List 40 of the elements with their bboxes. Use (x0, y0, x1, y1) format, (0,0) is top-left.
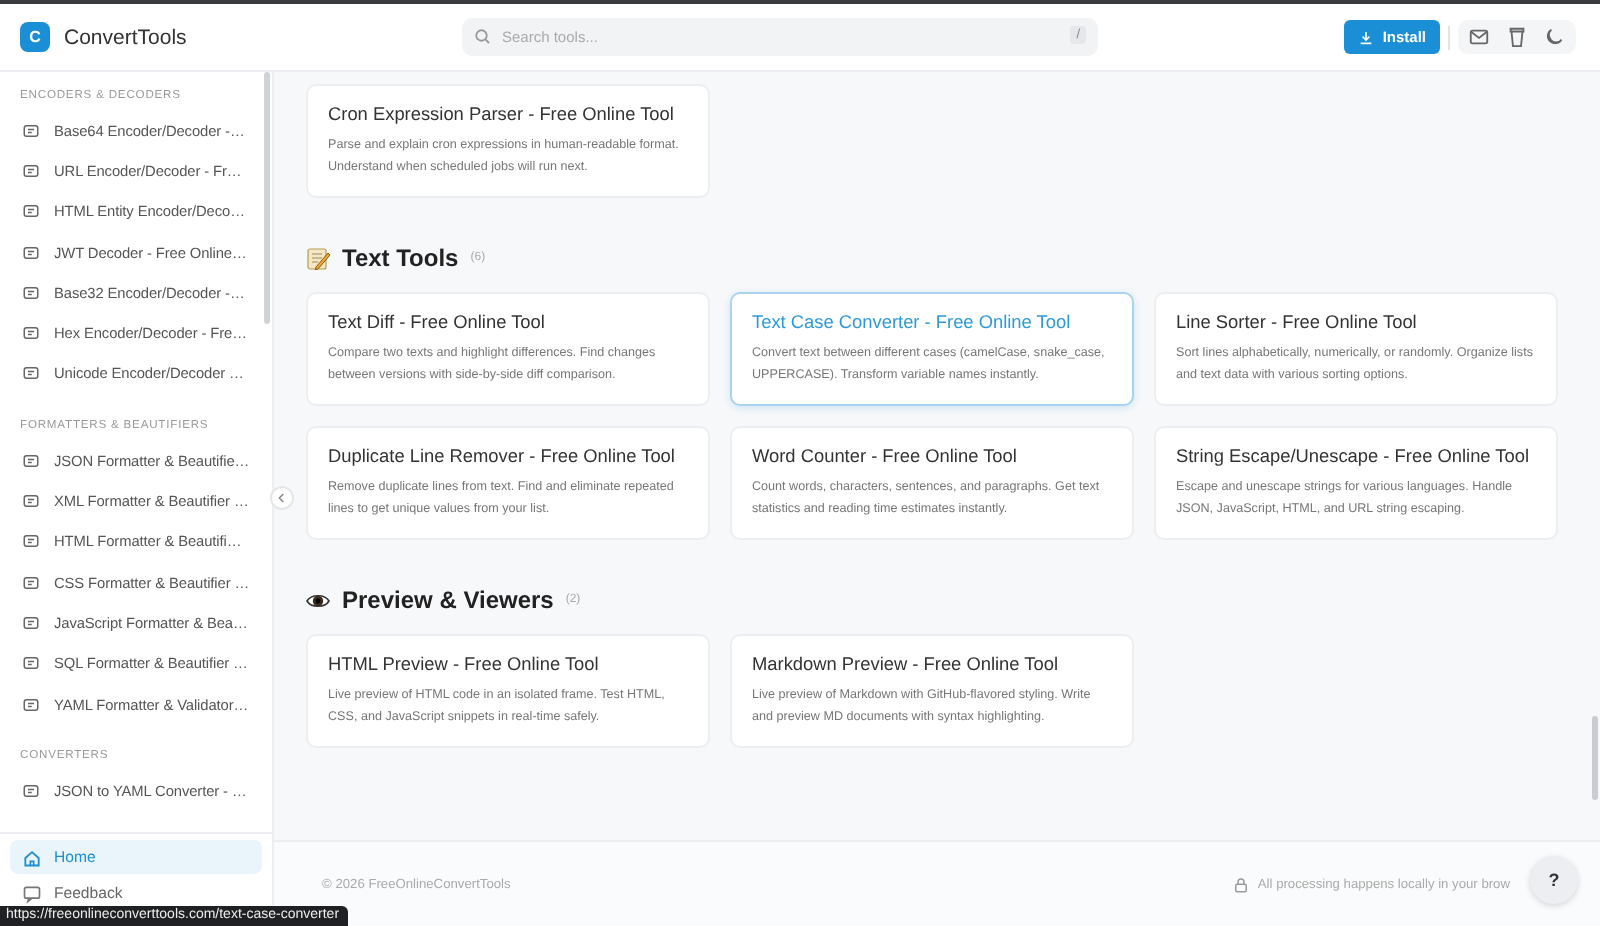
tool-icon (22, 324, 40, 343)
tool-icon (22, 613, 40, 632)
tool-icon (22, 161, 40, 180)
tool-icon (22, 451, 40, 470)
collapse-sidebar-button[interactable] (270, 486, 294, 510)
home-icon (22, 847, 42, 867)
tool-title: Word Counter - Free Online Tool (752, 446, 1019, 466)
download-icon (1358, 29, 1375, 45)
tool-icon (22, 573, 40, 592)
tool-icon (22, 492, 40, 511)
feedback-icon (22, 883, 42, 903)
tool-title: Text Case Converter - Free Online Tool (752, 312, 1073, 332)
tool-icon (22, 364, 40, 383)
section-title: Text Tools (342, 244, 459, 272)
chevron-left-icon (274, 490, 290, 506)
moon-icon[interactable] (1544, 26, 1566, 48)
tool-icon (22, 781, 40, 800)
tool-title: Cron Expression Parser - Free Online Tool (328, 104, 676, 124)
app-logo[interactable]: C (20, 22, 50, 52)
lock-icon (1231, 875, 1250, 893)
mail-icon[interactable] (1468, 26, 1490, 48)
tool-title: Line Sorter - Free Online Tool (1176, 312, 1419, 332)
tool-icon (22, 202, 40, 221)
tool-icon (22, 654, 40, 673)
tool-icon (22, 121, 40, 140)
tool-icon (22, 695, 40, 713)
tool-icon (22, 532, 40, 551)
scrollbar[interactable] (1592, 716, 1598, 800)
tool-title: Markdown Preview - Free Online Tool (752, 654, 1061, 674)
tool-title: String Escape/Unescape - Free Online Tool (1176, 446, 1532, 466)
tool-title: HTML Preview - Free Online Tool (328, 654, 601, 674)
tool-icon (22, 243, 40, 262)
tool-icon (22, 283, 40, 302)
search-icon (474, 28, 492, 46)
memo-icon (306, 246, 330, 270)
tool-title: Text Diff - Free Online Tool (328, 312, 547, 332)
section-title: Preview & Viewers (342, 586, 554, 614)
cup-icon[interactable] (1506, 26, 1528, 48)
app-name: ConvertTools (64, 25, 189, 49)
tool-title: Duplicate Line Remover - Free Online Tool (328, 446, 677, 466)
